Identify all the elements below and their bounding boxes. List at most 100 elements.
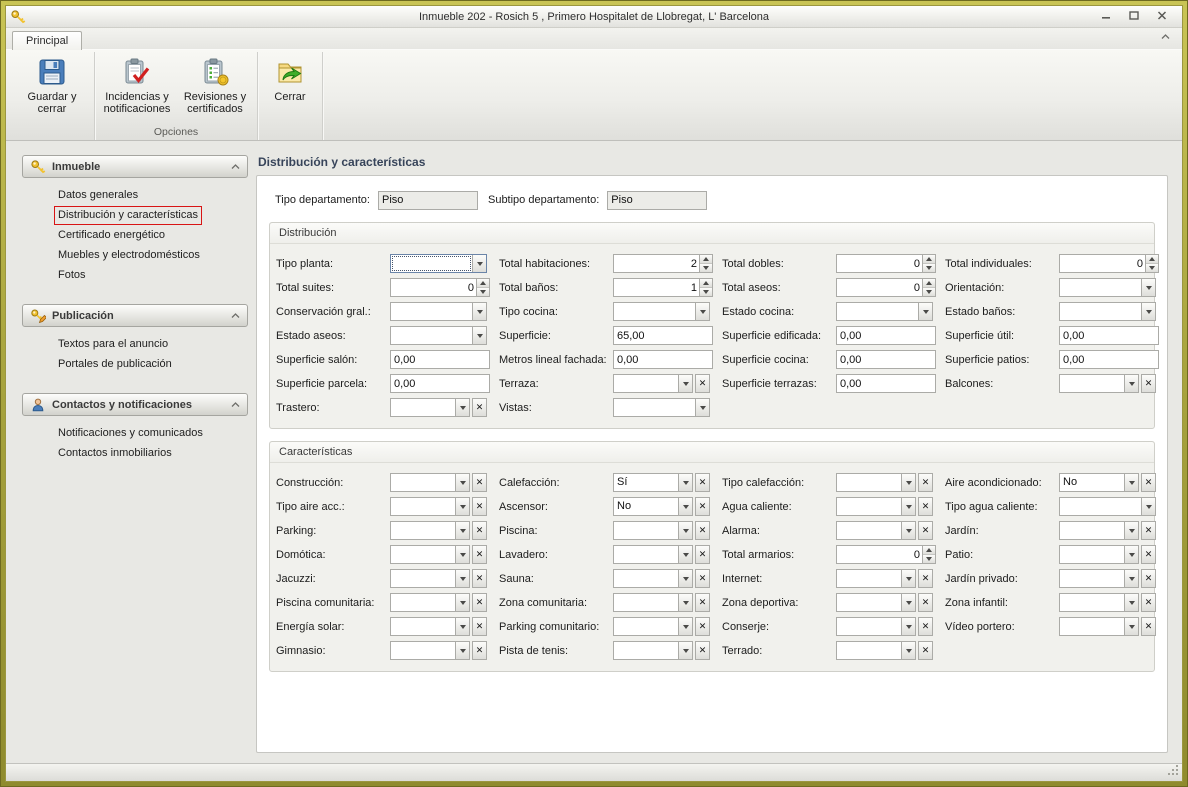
total-individuales-spin-up-button[interactable] xyxy=(1146,255,1158,263)
tab-principal[interactable]: Principal xyxy=(12,31,82,50)
dropdown-arrow-icon[interactable] xyxy=(901,522,915,539)
piscina-clear-button[interactable] xyxy=(695,521,710,540)
alarma-dropdown[interactable] xyxy=(836,521,916,540)
tipo-departamento-input[interactable] xyxy=(378,191,478,210)
dropdown-arrow-icon[interactable] xyxy=(901,570,915,587)
dropdown-arrow-icon[interactable] xyxy=(472,303,486,320)
dropdown-arrow-icon[interactable] xyxy=(1124,474,1138,491)
tipo-agua-caliente-dropdown[interactable] xyxy=(1059,497,1156,516)
dropdown-arrow-icon[interactable] xyxy=(678,375,692,392)
construccion-dropdown[interactable] xyxy=(390,473,470,492)
sidebar-item-contactos-inmobiliarios[interactable]: Contactos inmobiliarios xyxy=(54,444,176,463)
estado-aseos-dropdown[interactable] xyxy=(390,326,487,345)
sauna-dropdown[interactable] xyxy=(613,569,693,588)
patio-clear-button[interactable] xyxy=(1141,545,1156,564)
total-dobles-spin-up-button[interactable] xyxy=(923,255,935,263)
agua-caliente-clear-button[interactable] xyxy=(918,497,933,516)
jardin-privado-clear-button[interactable] xyxy=(1141,569,1156,588)
dropdown-arrow-icon[interactable] xyxy=(455,546,469,563)
piscina-comunitaria-dropdown[interactable] xyxy=(390,593,470,612)
agua-caliente-dropdown[interactable] xyxy=(836,497,916,516)
sidebar-item-datos-generales[interactable]: Datos generales xyxy=(54,186,142,205)
parking-comunitario-dropdown[interactable] xyxy=(613,617,693,636)
vistas-dropdown[interactable] xyxy=(613,398,710,417)
dropdown-arrow-icon[interactable] xyxy=(901,618,915,635)
dropdown-arrow-icon[interactable] xyxy=(678,642,692,659)
estado-cocina-dropdown[interactable] xyxy=(836,302,933,321)
dropdown-arrow-icon[interactable] xyxy=(472,255,486,272)
sidebar-item-fotos[interactable]: Fotos xyxy=(54,266,90,285)
lavadero-dropdown[interactable] xyxy=(613,545,693,564)
pista-de-tenis-clear-button[interactable] xyxy=(695,641,710,660)
sidebar-section-publicacion[interactable]: Publicación xyxy=(22,304,248,327)
balcones-dropdown[interactable] xyxy=(1059,374,1139,393)
sidebar-item-portales-de-publicacion[interactable]: Portales de publicación xyxy=(54,355,176,374)
zona-deportiva-dropdown[interactable] xyxy=(836,593,916,612)
sidebar-item-notificaciones-y-comunicados[interactable]: Notificaciones y comunicados xyxy=(54,424,207,443)
guardar-y-cerrar-button[interactable]: Guardar y cerrar xyxy=(13,53,91,117)
dropdown-arrow-icon[interactable] xyxy=(678,618,692,635)
dropdown-arrow-icon[interactable] xyxy=(901,642,915,659)
patio-dropdown[interactable] xyxy=(1059,545,1139,564)
parking-dropdown[interactable] xyxy=(390,521,470,540)
terrado-dropdown[interactable] xyxy=(836,641,916,660)
calefaccion-dropdown[interactable]: Sí xyxy=(613,473,693,492)
terraza-dropdown[interactable] xyxy=(613,374,693,393)
dropdown-arrow-icon[interactable] xyxy=(1124,522,1138,539)
sidebar-item-muebles-y-electrodomesticos[interactable]: Muebles y electrodomésticos xyxy=(54,246,204,265)
total-armarios-input[interactable] xyxy=(837,546,922,563)
gimnasio-clear-button[interactable] xyxy=(472,641,487,660)
dropdown-arrow-icon[interactable] xyxy=(472,327,486,344)
superficie-salon-input[interactable] xyxy=(390,350,490,369)
domotica-dropdown[interactable] xyxy=(390,545,470,564)
sidebar-section-contactos-y-notificaciones[interactable]: Contactos y notificaciones xyxy=(22,393,248,416)
aire-acondicionado-clear-button[interactable] xyxy=(1141,473,1156,492)
close-button[interactable] xyxy=(1152,9,1172,24)
total-dobles-input[interactable] xyxy=(837,255,922,272)
total-armarios-spin-down-button[interactable] xyxy=(923,554,935,563)
zona-infantil-dropdown[interactable] xyxy=(1059,593,1139,612)
superficie-parcela-input[interactable] xyxy=(390,374,490,393)
total-suites-spin-down-button[interactable] xyxy=(477,287,489,296)
superficie-edificada-input[interactable] xyxy=(836,326,936,345)
zona-comunitaria-dropdown[interactable] xyxy=(613,593,693,612)
dropdown-arrow-icon[interactable] xyxy=(455,642,469,659)
total-individuales-input[interactable] xyxy=(1060,255,1145,272)
video-portero-dropdown[interactable] xyxy=(1059,617,1139,636)
total-dobles-spin-down-button[interactable] xyxy=(923,263,935,272)
terrado-clear-button[interactable] xyxy=(918,641,933,660)
zona-comunitaria-clear-button[interactable] xyxy=(695,593,710,612)
tipo-planta-dropdown[interactable] xyxy=(390,254,487,273)
total-aseos-input[interactable] xyxy=(837,279,922,296)
total-aseos-spin-up-button[interactable] xyxy=(923,279,935,287)
revisiones-y-certificados-button[interactable]: Revisiones y certificados xyxy=(176,53,254,117)
piscina-dropdown[interactable] xyxy=(613,521,693,540)
total-habitaciones-spin-down-button[interactable] xyxy=(700,263,712,272)
incidencias-y-notificaciones-button[interactable]: Incidencias y notificaciones xyxy=(98,53,176,117)
dropdown-arrow-icon[interactable] xyxy=(455,498,469,515)
dropdown-arrow-icon[interactable] xyxy=(1141,279,1155,296)
tipo-aire-acc-dropdown[interactable] xyxy=(390,497,470,516)
dropdown-arrow-icon[interactable] xyxy=(678,498,692,515)
dropdown-arrow-icon[interactable] xyxy=(455,474,469,491)
energia-solar-clear-button[interactable] xyxy=(472,617,487,636)
tipo-aire-acc-clear-button[interactable] xyxy=(472,497,487,516)
ascensor-dropdown[interactable]: No xyxy=(613,497,693,516)
aire-acondicionado-dropdown[interactable]: No xyxy=(1059,473,1139,492)
lavadero-clear-button[interactable] xyxy=(695,545,710,564)
minimize-button[interactable] xyxy=(1096,9,1116,24)
trastero-dropdown[interactable] xyxy=(390,398,470,417)
dropdown-arrow-icon[interactable] xyxy=(1124,375,1138,392)
total-armarios-spin-up-button[interactable] xyxy=(923,546,935,554)
cerrar-button[interactable]: Cerrar xyxy=(261,53,319,105)
orientacion-dropdown[interactable] xyxy=(1059,278,1156,297)
dropdown-arrow-icon[interactable] xyxy=(901,474,915,491)
trastero-clear-button[interactable] xyxy=(472,398,487,417)
total-habitaciones-spin-up-button[interactable] xyxy=(700,255,712,263)
internet-clear-button[interactable] xyxy=(918,569,933,588)
construccion-clear-button[interactable] xyxy=(472,473,487,492)
dropdown-arrow-icon[interactable] xyxy=(678,570,692,587)
total-banos-input[interactable] xyxy=(614,279,699,296)
domotica-clear-button[interactable] xyxy=(472,545,487,564)
total-banos-spin-up-button[interactable] xyxy=(700,279,712,287)
